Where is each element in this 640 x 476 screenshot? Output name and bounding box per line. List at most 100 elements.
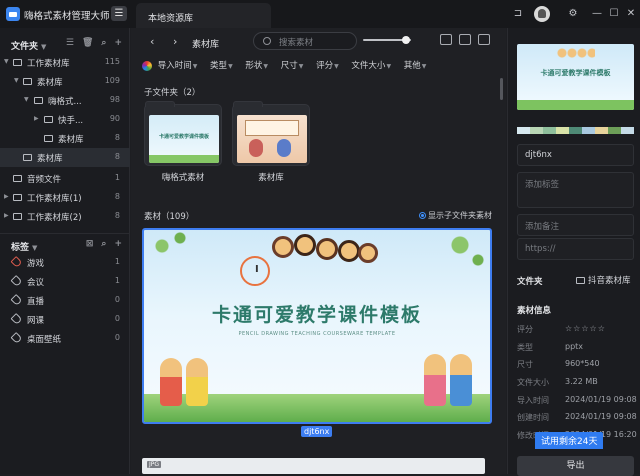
- tree-item-material-library[interactable]: ▼ 素材库 109: [0, 72, 130, 91]
- filter-import-time[interactable]: 导入时间▼: [158, 59, 198, 71]
- sort-icon[interactable]: ☰: [66, 38, 74, 48]
- zoom-slider[interactable]: [363, 36, 411, 44]
- tag-item-live[interactable]: 直播 0: [0, 291, 130, 310]
- filter-size[interactable]: 尺寸▼: [281, 59, 304, 71]
- zoom-slider-knob[interactable]: [402, 36, 411, 44]
- sidebar: 文件夹 ▼ ☰ 🗑 ⌕ + ▼ 工作素材库 115 ▼ 素材库 109 ▼ 嗨格式... 98…: [0, 28, 130, 474]
- tags-title: 标签: [11, 243, 30, 253]
- folders-header[interactable]: 文件夹 ▼ ☰ 🗑 ⌕ +: [0, 33, 130, 55]
- forward-button[interactable]: ›: [173, 35, 177, 48]
- tab-local-library[interactable]: 本地资源库: [136, 3, 271, 28]
- filter-filesize[interactable]: 文件大小▼: [351, 59, 391, 71]
- cartoon-boy-image: [186, 358, 208, 406]
- detail-preview-image[interactable]: 卡通可爱教学课件模板: [517, 44, 634, 110]
- filter-rating[interactable]: 评分▼: [316, 59, 339, 71]
- back-button[interactable]: ‹: [150, 35, 154, 48]
- cartoon-kid-image: [316, 238, 338, 260]
- selected-filename[interactable]: djt6nx: [301, 426, 333, 437]
- sidebar-toggle-icon[interactable]: ⊐: [511, 7, 525, 21]
- close-icon[interactable]: ✕: [624, 7, 638, 21]
- filter-shape[interactable]: 形状▼: [245, 59, 268, 71]
- info-row-rating: 评分 ☆☆☆☆☆: [517, 324, 606, 334]
- list-view-icon[interactable]: [440, 34, 452, 45]
- trial-badge[interactable]: 试用剩余24天: [535, 432, 604, 449]
- thumbnail-subtitle: PENCIL DRAWING TEACHING COURSEWARE TEMPL…: [238, 331, 396, 337]
- note-input[interactable]: 添加备注: [517, 214, 634, 236]
- tag-icon: [10, 331, 23, 345]
- tree-item-work-library-2[interactable]: ▶ 工作素材库(2) 8: [0, 207, 130, 226]
- color-filter-icon[interactable]: [142, 60, 152, 71]
- app-logo-icon: [6, 7, 20, 21]
- tag-item-online-class[interactable]: 网课 0: [0, 310, 130, 329]
- search-input[interactable]: 搜索素材: [253, 32, 357, 50]
- preview-view-icon[interactable]: [459, 34, 471, 45]
- tag-input[interactable]: 添加标签: [517, 172, 634, 208]
- materials-heading: 素材（109）: [144, 212, 195, 222]
- tag-icon: [10, 274, 23, 288]
- cartoon-kid-image: [294, 234, 316, 256]
- avatar[interactable]: [534, 6, 550, 22]
- material-thumbnail-selected[interactable]: 卡通可爱教学课件模板 PENCIL DRAWING TEACHING COURS…: [142, 228, 492, 424]
- tag-search-icon[interactable]: ⌕: [101, 239, 106, 249]
- subfolder-name: 素材库: [258, 173, 284, 183]
- tag-item-meeting[interactable]: 会议 1: [0, 272, 130, 291]
- tree-item-kuaishou[interactable]: ▶ 快手... 90: [0, 110, 130, 129]
- detail-panel: 卡通可爱教学课件模板 djt6nx 添加标签 添加备注 https:// 文件夹…: [507, 28, 640, 476]
- tree-item-work-library-1[interactable]: ▶ 工作素材库(1) 8: [0, 188, 130, 207]
- title-bar: 嗨格式素材管理大师 ☰ 本地资源库 ⊐ ⚙ — ☐ ✕: [0, 0, 640, 28]
- name-field[interactable]: djt6nx: [517, 144, 634, 166]
- color-swatch[interactable]: [517, 127, 530, 134]
- menu-button[interactable]: ☰: [111, 6, 127, 21]
- add-tag-icon[interactable]: +: [114, 239, 122, 249]
- info-row-type: 类型 pptx: [517, 342, 584, 352]
- tree-item-material-selected[interactable]: 素材库 8: [0, 148, 130, 167]
- subfolder-thumbnail: [237, 115, 307, 163]
- cartoon-kid-image: [338, 240, 360, 262]
- folder-value[interactable]: 抖音素材库: [576, 274, 631, 286]
- url-input[interactable]: https://: [517, 238, 634, 260]
- filter-type[interactable]: 类型▼: [210, 59, 233, 71]
- filter-other[interactable]: 其他▼: [404, 59, 427, 71]
- tag-manage-icon[interactable]: ⊠: [86, 239, 94, 249]
- color-swatch[interactable]: [595, 127, 608, 134]
- info-row-created-time: 创建时间 2024/01/19 09:08: [517, 412, 637, 422]
- tree-item-audio[interactable]: 音频文件 1: [0, 169, 130, 188]
- tag-item-wallpaper[interactable]: 桌面壁纸 0: [0, 329, 130, 348]
- scrollbar[interactable]: [500, 78, 503, 100]
- tree-item-work-library[interactable]: ▼ 工作素材库 115: [0, 53, 130, 72]
- color-swatch[interactable]: [621, 127, 634, 134]
- rating-stars[interactable]: ☆☆☆☆☆: [565, 324, 606, 333]
- minimize-icon[interactable]: —: [590, 7, 604, 21]
- folders-title: 文件夹: [11, 42, 39, 52]
- color-swatch[interactable]: [530, 127, 543, 134]
- folder-icon: [576, 277, 585, 284]
- cartoon-kid-image: [272, 236, 294, 258]
- subfolders-heading[interactable]: 子文件夹（2）: [144, 86, 200, 98]
- color-swatch[interactable]: [543, 127, 556, 134]
- material-thumbnail[interactable]: JPG: [142, 458, 485, 474]
- tag-item-game[interactable]: 游戏 1: [0, 253, 130, 272]
- grid-view-icon[interactable]: [478, 34, 490, 45]
- maximize-icon[interactable]: ☐: [607, 7, 621, 21]
- subfolder-card[interactable]: 卡通可爱教学课件模板: [144, 101, 222, 166]
- info-title: 素材信息: [517, 306, 552, 316]
- export-button[interactable]: 导出: [517, 456, 634, 476]
- file-type-badge: JPG: [147, 461, 162, 468]
- add-folder-icon[interactable]: +: [114, 38, 122, 48]
- settings-icon[interactable]: ⚙: [566, 7, 580, 21]
- tree-item-material-sub[interactable]: 素材库 8: [0, 129, 130, 148]
- tags-header[interactable]: 标签 ▼ ⊠ ⌕ +: [0, 233, 130, 255]
- color-swatch[interactable]: [556, 127, 569, 134]
- tree-item-haigeshi[interactable]: ▼ 嗨格式... 98: [0, 91, 130, 110]
- color-palette: [517, 127, 634, 134]
- subfolder-card[interactable]: [232, 101, 310, 166]
- color-swatch[interactable]: [569, 127, 582, 134]
- tag-icon: [10, 312, 23, 326]
- breadcrumb[interactable]: 素材库: [192, 37, 219, 50]
- search-icon[interactable]: ⌕: [101, 38, 106, 48]
- color-swatch[interactable]: [582, 127, 595, 134]
- trash-icon[interactable]: 🗑: [82, 38, 93, 48]
- show-subfolder-toggle[interactable]: 显示子文件夹素材: [419, 210, 492, 221]
- color-swatch[interactable]: [608, 127, 621, 134]
- leaves-decoration: [430, 230, 490, 280]
